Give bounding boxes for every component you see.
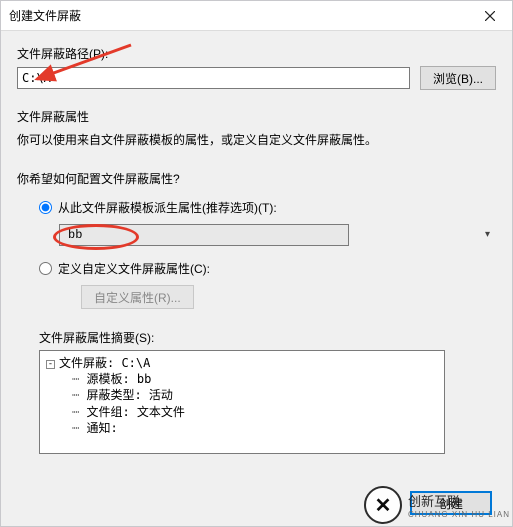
window-title: 创建文件屏蔽 bbox=[1, 7, 81, 24]
close-button[interactable] bbox=[467, 1, 512, 31]
watermark-logo-icon: ✕ bbox=[364, 486, 402, 524]
summary-item: 屏蔽类型: 活动 bbox=[86, 388, 172, 402]
watermark-sub: CHUANG XIN HU LIAN bbox=[408, 510, 510, 519]
watermark: ✕ 创新互联 CHUANG XIN HU LIAN bbox=[364, 486, 510, 524]
summary-item: 文件组: 文本文件 bbox=[86, 405, 184, 419]
summary-item: 源模板: bb bbox=[86, 372, 151, 386]
properties-heading: 文件屏蔽属性 bbox=[17, 108, 496, 125]
tree-collapse-icon[interactable]: - bbox=[46, 360, 55, 369]
browse-button[interactable]: 浏览(B)... bbox=[420, 66, 496, 90]
radio-template-label: 从此文件屏蔽模板派生属性(推荐选项)(T): bbox=[58, 199, 277, 216]
close-icon bbox=[485, 11, 495, 21]
path-input[interactable] bbox=[17, 67, 410, 89]
watermark-brand: 创新互联 bbox=[408, 491, 510, 510]
properties-description: 你可以使用来自文件屏蔽模板的属性，或定义自定义文件屏蔽属性。 bbox=[17, 131, 496, 148]
summary-root: 文件屏蔽: C:\A bbox=[59, 356, 150, 370]
radio-custom[interactable] bbox=[39, 262, 52, 275]
titlebar: 创建文件屏蔽 bbox=[1, 1, 512, 31]
custom-properties-button: 自定义属性(R)... bbox=[81, 285, 194, 309]
config-question: 你希望如何配置文件屏蔽属性? bbox=[17, 170, 496, 187]
dialog-content: 文件屏蔽路径(P): 浏览(B)... 文件屏蔽属性 你可以使用来自文件屏蔽模板… bbox=[1, 31, 512, 454]
template-dropdown[interactable]: bb bbox=[59, 224, 349, 246]
summary-box[interactable]: -文件屏蔽: C:\A ┈ 源模板: bb ┈ 屏蔽类型: 活动 ┈ 文件组: … bbox=[39, 350, 445, 454]
radio-custom-label: 定义自定义文件屏蔽属性(C): bbox=[58, 260, 210, 277]
chevron-down-icon: ▾ bbox=[485, 229, 490, 240]
dialog-window: 创建文件屏蔽 文件屏蔽路径(P): 浏览(B)... 文件屏蔽属性 你可以使用来… bbox=[0, 0, 513, 527]
radio-template[interactable] bbox=[39, 201, 52, 214]
summary-label: 文件屏蔽属性摘要(S): bbox=[39, 329, 496, 346]
summary-item: 通知: bbox=[86, 421, 117, 435]
path-label: 文件屏蔽路径(P): bbox=[17, 45, 496, 62]
